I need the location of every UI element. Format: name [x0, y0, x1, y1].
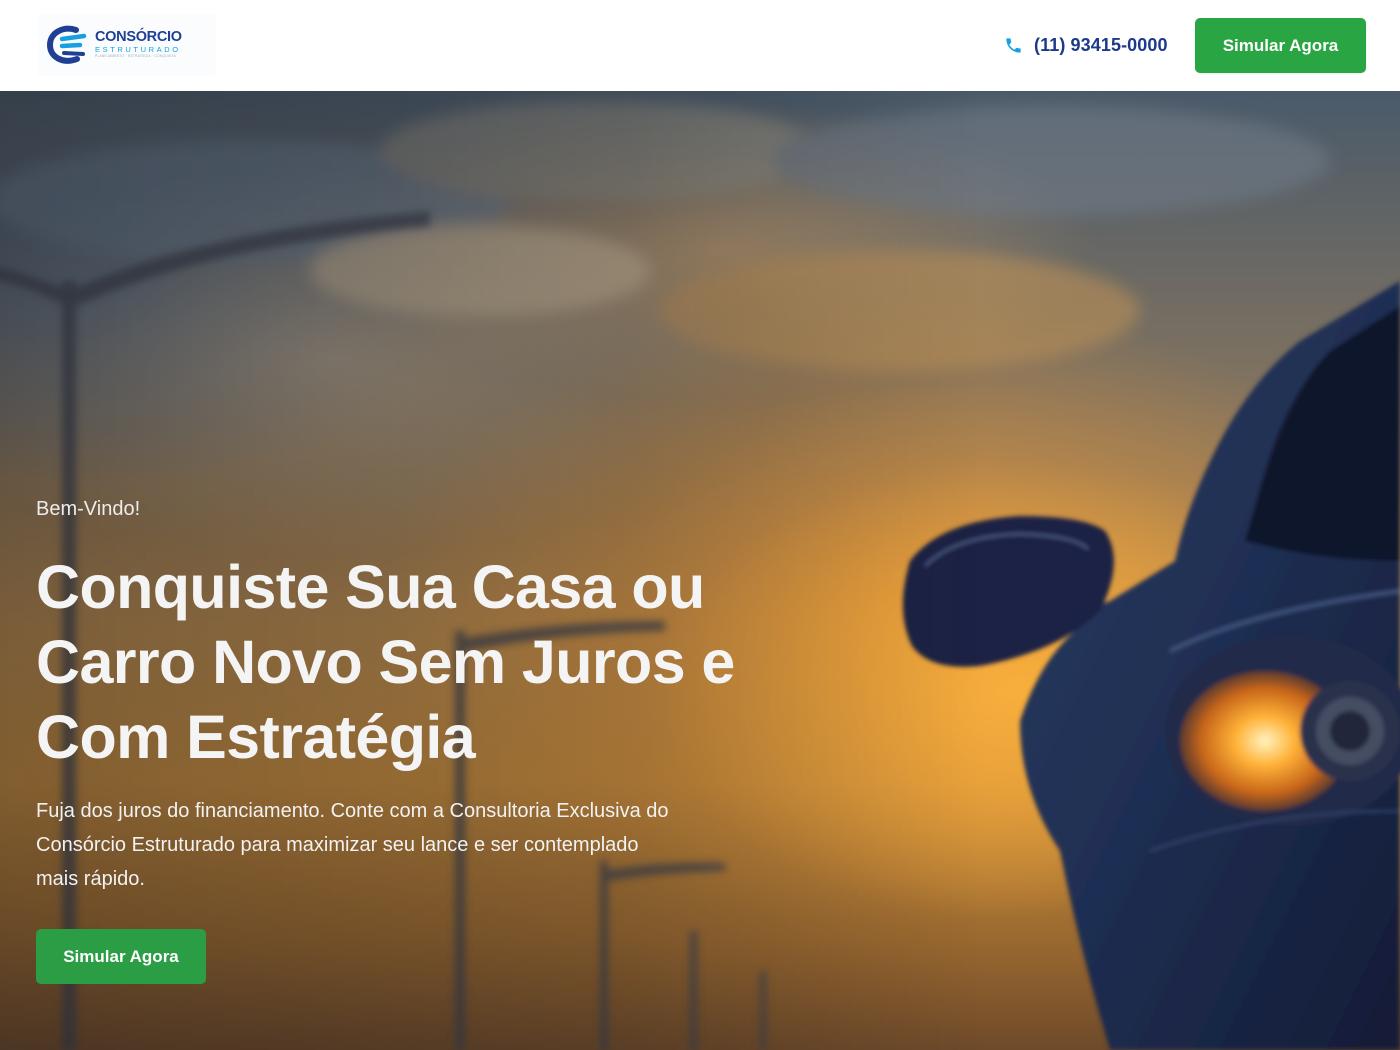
hero-title: Conquiste Sua Casa ou Carro Novo Sem Jur… [36, 553, 735, 771]
logo-tagline: PLANEJAMENTO · ESTRATÉGIA · CONQUISTA [95, 54, 176, 58]
brand-logo[interactable]: CONSÓRCIO ESTRUTURADO PLANEJAMENTO · EST… [38, 14, 216, 76]
hero-description: Fuja dos juros do financiamento. Conte c… [36, 800, 669, 890]
phone-number: (11) 93415-0000 [1034, 34, 1168, 55]
consorcio-logo-icon [46, 25, 87, 64]
logo-subtitle: ESTRUTURADO [95, 45, 181, 54]
header-simulate-button[interactable]: Simular Agora [1195, 18, 1366, 73]
hero-section: Bem-Vindo! Conquiste Sua Casa ou Carro N… [0, 91, 1400, 1050]
logo-title: CONSÓRCIO [95, 29, 182, 45]
hero-simulate-button[interactable]: Simular Agora [36, 929, 206, 984]
phone-link[interactable]: (11) 93415-0000 [1004, 33, 1168, 57]
hero-eyebrow: Bem-Vindo! [36, 498, 141, 520]
site-header: CONSÓRCIO ESTRUTURADO PLANEJAMENTO · EST… [0, 0, 1400, 91]
phone-icon [1006, 37, 1021, 53]
logo-text: CONSÓRCIO ESTRUTURADO PLANEJAMENTO · EST… [95, 30, 213, 59]
